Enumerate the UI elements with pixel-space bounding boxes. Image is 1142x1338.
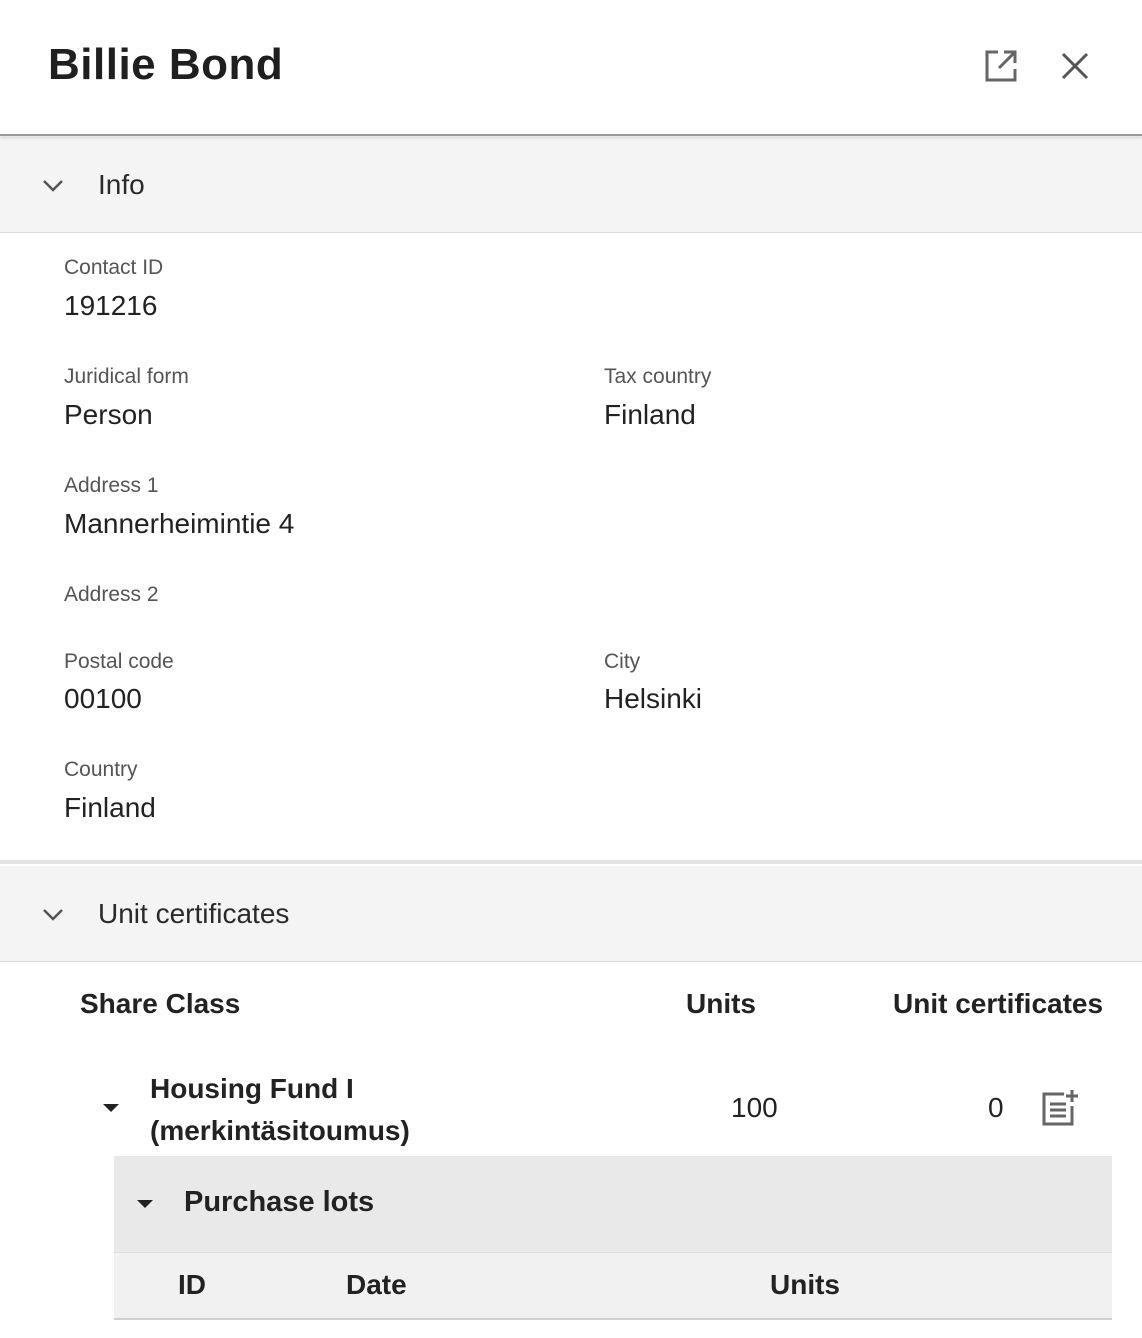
add-document-icon — [1042, 1090, 1078, 1126]
contact-id-value: 191216 — [64, 290, 158, 321]
purchase-lots-toggle[interactable]: Purchase lots — [114, 1156, 1112, 1252]
country-value: Finland — [64, 792, 156, 823]
postal-code-value: 00100 — [64, 683, 142, 714]
column-header-unit-certificates[interactable]: Unit certificates — [893, 988, 1103, 1020]
open-in-new-icon — [985, 50, 1017, 82]
page-title: Billie Bond — [48, 40, 284, 89]
purchase-lots-header-row: ID Date Units — [114, 1252, 1112, 1320]
column-header-units[interactable]: Units — [686, 988, 756, 1020]
address2-label: Address 2 — [64, 583, 159, 606]
row-expand-toggle[interactable] — [100, 1098, 122, 1123]
purchase-lots-label: Purchase lots — [184, 1186, 375, 1218]
chevron-down-icon — [43, 180, 63, 192]
city-label: City — [604, 650, 641, 673]
section-divider — [0, 860, 1142, 864]
column-header-date[interactable]: Date — [346, 1269, 407, 1301]
unit-certificates-value: 0 — [988, 1092, 1004, 1123]
contact-id-label: Contact ID — [64, 256, 164, 279]
tax-country-value: Finland — [604, 399, 696, 430]
juridical-form-value: Person — [64, 399, 153, 430]
info-section-label: Info — [98, 168, 145, 200]
country-label: Country — [64, 758, 138, 781]
caret-down-icon — [103, 1104, 119, 1112]
caret-down-icon — [137, 1200, 153, 1208]
address1-value: Mannerheimintie 4 — [64, 508, 295, 539]
units-value: 100 — [731, 1092, 778, 1123]
close-icon — [1061, 52, 1089, 80]
add-certificate-button[interactable] — [1040, 1088, 1080, 1133]
panel-header: Billie Bond — [0, 0, 1142, 136]
unit-certificates-section-label: Unit certificates — [98, 897, 290, 929]
open-in-new-button[interactable] — [979, 44, 1023, 88]
column-header-lot-units[interactable]: Units — [770, 1269, 840, 1301]
column-header-id[interactable]: ID — [178, 1269, 206, 1301]
chevron-down-icon — [43, 909, 63, 921]
city-value: Helsinki — [604, 683, 703, 714]
postal-code-label: Postal code — [64, 650, 174, 673]
unit-certificates-section-toggle[interactable]: Unit certificates — [0, 866, 1142, 962]
share-class-name: Housing Fund I (merkintäsitoumus) — [150, 1073, 410, 1146]
juridical-form-label: Juridical form — [64, 365, 189, 388]
close-button[interactable] — [1053, 44, 1097, 88]
address1-label: Address 1 — [64, 474, 159, 497]
info-section-toggle[interactable]: Info — [0, 137, 1142, 233]
column-header-share-class[interactable]: Share Class — [80, 988, 240, 1020]
tax-country-label: Tax country — [604, 365, 712, 388]
